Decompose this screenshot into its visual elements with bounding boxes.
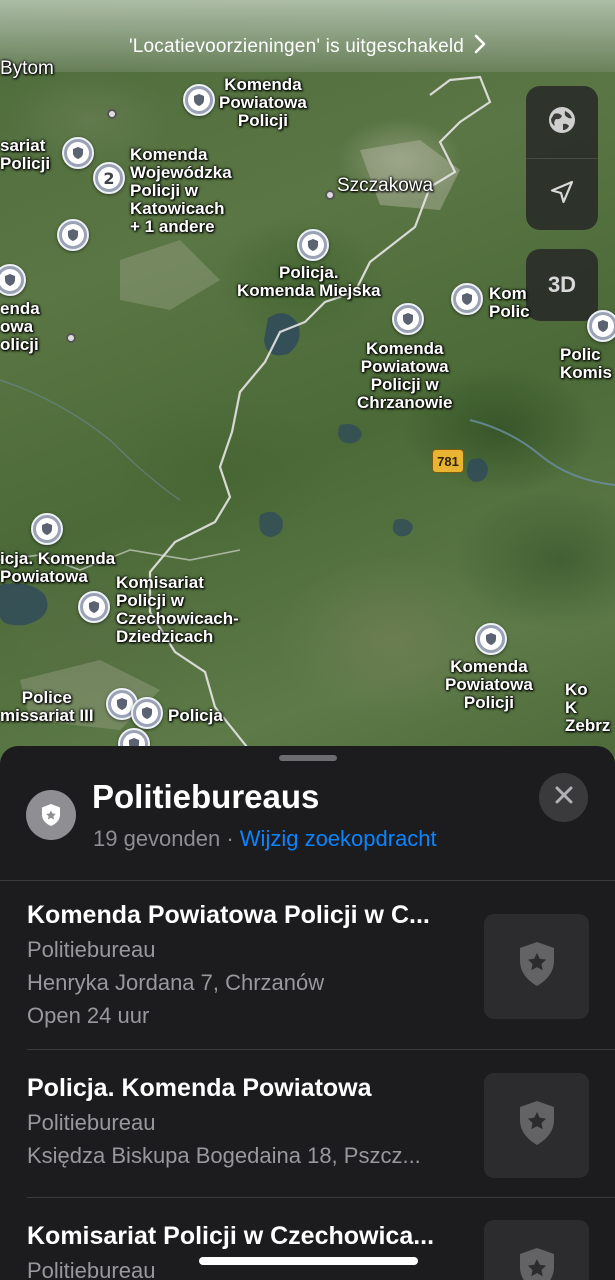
close-button[interactable] xyxy=(539,773,588,822)
result-item[interactable]: Komisariat Policji w Czechowica... Polit… xyxy=(0,1220,615,1280)
police-badge-icon xyxy=(515,940,559,993)
lake xyxy=(0,583,48,626)
result-thumbnail xyxy=(484,914,589,1019)
police-pin[interactable] xyxy=(57,219,89,251)
close-icon xyxy=(554,785,574,810)
lake xyxy=(264,313,300,356)
edit-search-link[interactable]: Wijzig zoekopdracht xyxy=(240,826,437,851)
sheet-subtitle: 19 gevonden · Wijzig zoekopdracht xyxy=(93,826,437,852)
results-sheet[interactable]: Politiebureaus 19 gevonden · Wijzig zoek… xyxy=(0,746,615,1280)
police-pin[interactable] xyxy=(451,283,483,315)
police-pin[interactable] xyxy=(183,84,215,116)
map-label: icja. Komenda Powiatowa xyxy=(0,549,116,586)
result-divider xyxy=(27,1049,615,1050)
police-badge-icon xyxy=(515,1099,559,1152)
police-pin[interactable] xyxy=(31,513,63,545)
map-view[interactable]: 'Locatievoorzieningen' is uitgeschakeld … xyxy=(0,0,615,800)
map-label: Policja. Komenda Miejska xyxy=(237,263,381,300)
police-cluster-pin[interactable]: 2 xyxy=(93,162,125,194)
header-divider xyxy=(0,880,615,881)
police-pin[interactable] xyxy=(392,303,424,335)
location-arrow-icon xyxy=(548,178,576,211)
map-label: Komenda Wojewódzka Policji w Katowicach … xyxy=(130,145,232,236)
result-address: Księdza Biskupa Bogedaina 18, Pszcz... xyxy=(27,1143,421,1168)
result-hours: Open 24 uur xyxy=(27,1003,150,1028)
place-dot xyxy=(325,190,335,200)
result-name: Policja. Komenda Powiatowa xyxy=(27,1074,372,1102)
lake xyxy=(466,458,488,482)
toggle-3d-button[interactable]: 3D xyxy=(526,249,598,321)
map-controls xyxy=(526,86,598,230)
police-badge-icon xyxy=(515,1246,559,1280)
result-thumbnail xyxy=(484,1220,589,1280)
police-pin[interactable] xyxy=(475,623,507,655)
map-label: Policja xyxy=(168,706,223,725)
chevron-right-icon xyxy=(474,34,486,58)
sheet-grabber[interactable] xyxy=(279,755,337,761)
map-label: Kom Polic xyxy=(489,284,530,321)
lake xyxy=(392,518,413,537)
results-count: 19 gevonden xyxy=(93,826,221,851)
lake xyxy=(259,511,283,537)
sheet-title: Politiebureaus xyxy=(92,778,320,815)
map-label: Polic Komis xyxy=(560,345,612,382)
subtitle-separator: · xyxy=(220,826,240,851)
map-3d-control: 3D xyxy=(526,249,598,321)
result-divider xyxy=(27,1197,615,1198)
result-thumbnail xyxy=(484,1073,589,1178)
map-label: Komisariat Policji w Czechowicach- Dzied… xyxy=(116,573,239,646)
location-banner-text: 'Locatievoorzieningen' is uitgeschakeld xyxy=(128,36,465,57)
police-category-icon xyxy=(26,790,76,840)
map-label: Komenda Powiatowa Policji xyxy=(445,657,533,712)
river xyxy=(469,419,615,486)
place-dot xyxy=(107,109,117,119)
map-label: Ko K Zebrz xyxy=(565,680,611,735)
map-label: Komenda Powiatowa Policji xyxy=(219,75,307,130)
map-label: Bytom xyxy=(0,58,54,79)
police-pin[interactable] xyxy=(78,591,110,623)
result-category: Politiebureau xyxy=(27,937,156,962)
location-services-banner[interactable]: 'Locatievoorzieningen' is uitgeschakeld xyxy=(0,0,615,72)
result-category: Politiebureau xyxy=(27,1258,156,1280)
result-category: Politiebureau xyxy=(27,1110,156,1135)
police-pin[interactable] xyxy=(297,229,329,261)
road-number-badge: 781 xyxy=(432,449,464,473)
result-item[interactable]: Policja. Komenda Powiatowa Politiebureau… xyxy=(0,1073,615,1204)
home-indicator[interactable] xyxy=(199,1257,418,1265)
lake xyxy=(338,424,362,444)
police-pin[interactable] xyxy=(587,310,615,342)
globe-button[interactable] xyxy=(526,86,598,158)
locate-button[interactable] xyxy=(526,158,598,230)
result-address: Henryka Jordana 7, Chrzanów xyxy=(27,970,325,995)
globe-icon xyxy=(547,105,577,140)
result-item[interactable]: Komenda Powiatowa Policji w C... Politie… xyxy=(0,901,615,1051)
police-pin[interactable] xyxy=(62,137,94,169)
result-name: Komisariat Policji w Czechowica... xyxy=(27,1222,435,1250)
police-pin[interactable] xyxy=(131,697,163,729)
place-dot xyxy=(66,333,76,343)
result-name: Komenda Powiatowa Policji w C... xyxy=(27,901,430,929)
map-label: enda owa olicji xyxy=(0,299,40,354)
river xyxy=(0,379,181,501)
map-label: Komenda Powiatowa Policji w Chrzanowie xyxy=(357,339,453,412)
map-label-city: Szczakowa xyxy=(337,175,434,196)
urban-area xyxy=(120,240,220,310)
map-label: Police missariat III xyxy=(0,688,94,725)
map-label: sariat Policji xyxy=(0,136,51,173)
